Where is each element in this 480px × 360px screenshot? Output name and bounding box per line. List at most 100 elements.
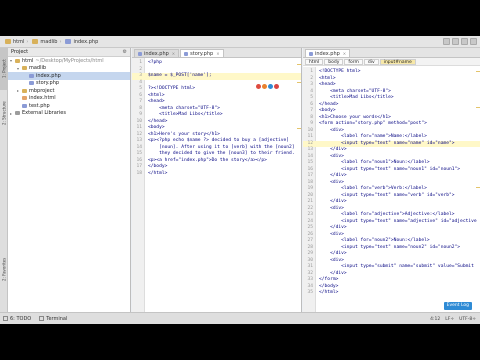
tree-item[interactable]: index.php (8, 72, 130, 80)
php-file-icon (22, 103, 27, 108)
nav-crumb-madlib[interactable]: madlib › (30, 37, 63, 46)
php-file-icon (29, 81, 34, 86)
chrome-icon[interactable] (256, 84, 261, 89)
watermark-sub: Publishing (434, 294, 458, 299)
terminal-label: Terminal (46, 315, 68, 322)
ide-window: html › madlib › index.php 1: Project 2: … (0, 36, 480, 324)
code-line[interactable]: 18 </html> (132, 171, 301, 178)
tree-item-label: html (22, 57, 34, 64)
project-panel: Project ⚙ ▾ html ~/Desktop/MyProjects/html… (8, 48, 131, 312)
tree-item[interactable]: ▾ madlib (8, 65, 130, 73)
tree-item-label: External Libraries (22, 110, 66, 117)
folder-icon (32, 39, 39, 44)
tree-item[interactable]: ▸ External Libraries (8, 110, 130, 118)
debug-icon[interactable] (461, 38, 468, 45)
project-tree: ▾ html ~/Desktop/MyProjects/html ▾ madlib ind… (8, 57, 130, 117)
php-file-icon (65, 39, 72, 44)
chevron-right-icon: › (26, 38, 29, 45)
tree-item[interactable]: ▾ html ~/Desktop/MyProjects/html (8, 57, 130, 65)
watermark-brand: Packt (404, 291, 433, 301)
left-tool-stripe: 1: Project 2: Structure 2: Favorites (0, 48, 8, 312)
run-icon[interactable] (452, 38, 459, 45)
safari-icon[interactable] (268, 84, 273, 89)
browser-preview-popup (256, 84, 279, 89)
php-file-icon (309, 51, 313, 56)
tag-crumb[interactable]: html (305, 58, 324, 65)
toolbar-buttons (443, 38, 477, 45)
event-log-button[interactable]: Event Log (443, 302, 472, 310)
tag-crumb-current[interactable]: input#name (379, 58, 416, 65)
tree-item-label: index.html (29, 95, 56, 102)
close-icon[interactable]: × (343, 51, 346, 56)
folder-icon (5, 39, 11, 44)
folder-file-icon (22, 88, 27, 93)
tree-item-label: index.php (36, 72, 61, 79)
code-area[interactable]: 1 <?php 2 3 $name = $_POST['name']; 4 5 ?><!DOC… (132, 58, 301, 312)
status-right: 4:12 LF÷ UTF-8÷ (430, 313, 476, 324)
terminal-button[interactable]: Terminal (39, 316, 67, 322)
tab-favorites[interactable]: 2: Favorites (0, 248, 8, 290)
code-area[interactable]: 1 <!DOCTYPE html> 2 <html> 3 <head> 4 <meta ch… (303, 67, 480, 312)
scrollbar-markers (297, 58, 301, 312)
caret-position[interactable]: 4:12 (430, 317, 440, 322)
tab-structure[interactable]: 2: Structure (0, 92, 8, 134)
nav-crumb-html[interactable]: html › (3, 37, 30, 46)
tree-item[interactable]: index.html (8, 95, 130, 103)
html-file-icon (22, 96, 27, 101)
terminal-icon (39, 316, 45, 321)
tree-item-label: madlib (29, 65, 47, 72)
folder-file-icon (22, 66, 27, 71)
project-panel-title[interactable]: Project (11, 49, 28, 55)
nav-crumb-label: madlib (40, 38, 58, 45)
tab-story-php[interactable]: story.php × (180, 49, 224, 57)
navigation-bar: html › madlib › index.php (0, 36, 480, 48)
todo-icon (3, 316, 8, 321)
tree-item-label: test.php (29, 102, 50, 109)
file-encoding[interactable]: UTF-8÷ (459, 317, 476, 322)
tree-item[interactable]: ▸ mbproject (8, 87, 130, 95)
editor-story: index.php × story.php × 1 <?php 2 3 $name = … (132, 48, 302, 312)
tab-label: story.php (190, 50, 214, 57)
folder-file-icon (15, 58, 20, 63)
tree-item[interactable]: test.php (8, 102, 130, 110)
code-text: </html> (319, 290, 339, 295)
scrollbar-markers (476, 67, 480, 312)
chevron-right-icon: › (59, 38, 62, 45)
packt-watermark: Packt Publishing (404, 291, 458, 301)
tag-crumb[interactable]: div (363, 58, 379, 65)
line-number: 18 (136, 170, 142, 176)
tab-label: index.php (144, 50, 169, 57)
tab-favorites-label: 2: Favorites (1, 257, 7, 281)
tab-project[interactable]: 1: Project (0, 48, 8, 90)
tag-crumb[interactable]: body (324, 58, 344, 65)
status-bar: 6: TODO Terminal 4:12 LF÷ UTF-8÷ (0, 312, 480, 324)
run-config-icon[interactable] (443, 38, 450, 45)
search-icon[interactable] (470, 38, 477, 45)
todo-label: 6: TODO (10, 315, 32, 322)
tab-project-label: 1: Project (1, 59, 7, 79)
php-file-icon (138, 51, 142, 56)
close-icon[interactable]: × (216, 51, 219, 56)
tag-crumb[interactable]: form (344, 58, 363, 65)
project-panel-header: Project ⚙ (8, 48, 130, 57)
tree-item-label: story.php (36, 80, 60, 87)
todo-button[interactable]: 6: TODO (3, 316, 31, 322)
lib-file-icon (15, 111, 20, 116)
tab-index-php[interactable]: index.php × (305, 49, 351, 57)
line-number: 35 (307, 290, 313, 295)
firefox-icon[interactable] (262, 84, 267, 89)
tab-label: index.php (315, 50, 340, 57)
tag-breadcrumbs: html body form div input#name (303, 58, 480, 66)
php-file-icon (184, 51, 189, 56)
tree-item[interactable]: story.php (8, 80, 130, 88)
nav-crumb-label: html (13, 38, 25, 45)
editor-tabs: index.php × (303, 48, 480, 58)
nav-crumb-index[interactable]: index.php (63, 37, 100, 46)
tab-index-php[interactable]: index.php × (134, 49, 180, 57)
php-file-icon (29, 73, 34, 78)
close-icon[interactable]: × (172, 51, 175, 56)
line-separator[interactable]: LF÷ (445, 317, 454, 322)
gear-icon[interactable]: ⚙ (123, 49, 127, 55)
code-text: </html> (148, 170, 168, 176)
opera-icon[interactable] (274, 84, 279, 89)
